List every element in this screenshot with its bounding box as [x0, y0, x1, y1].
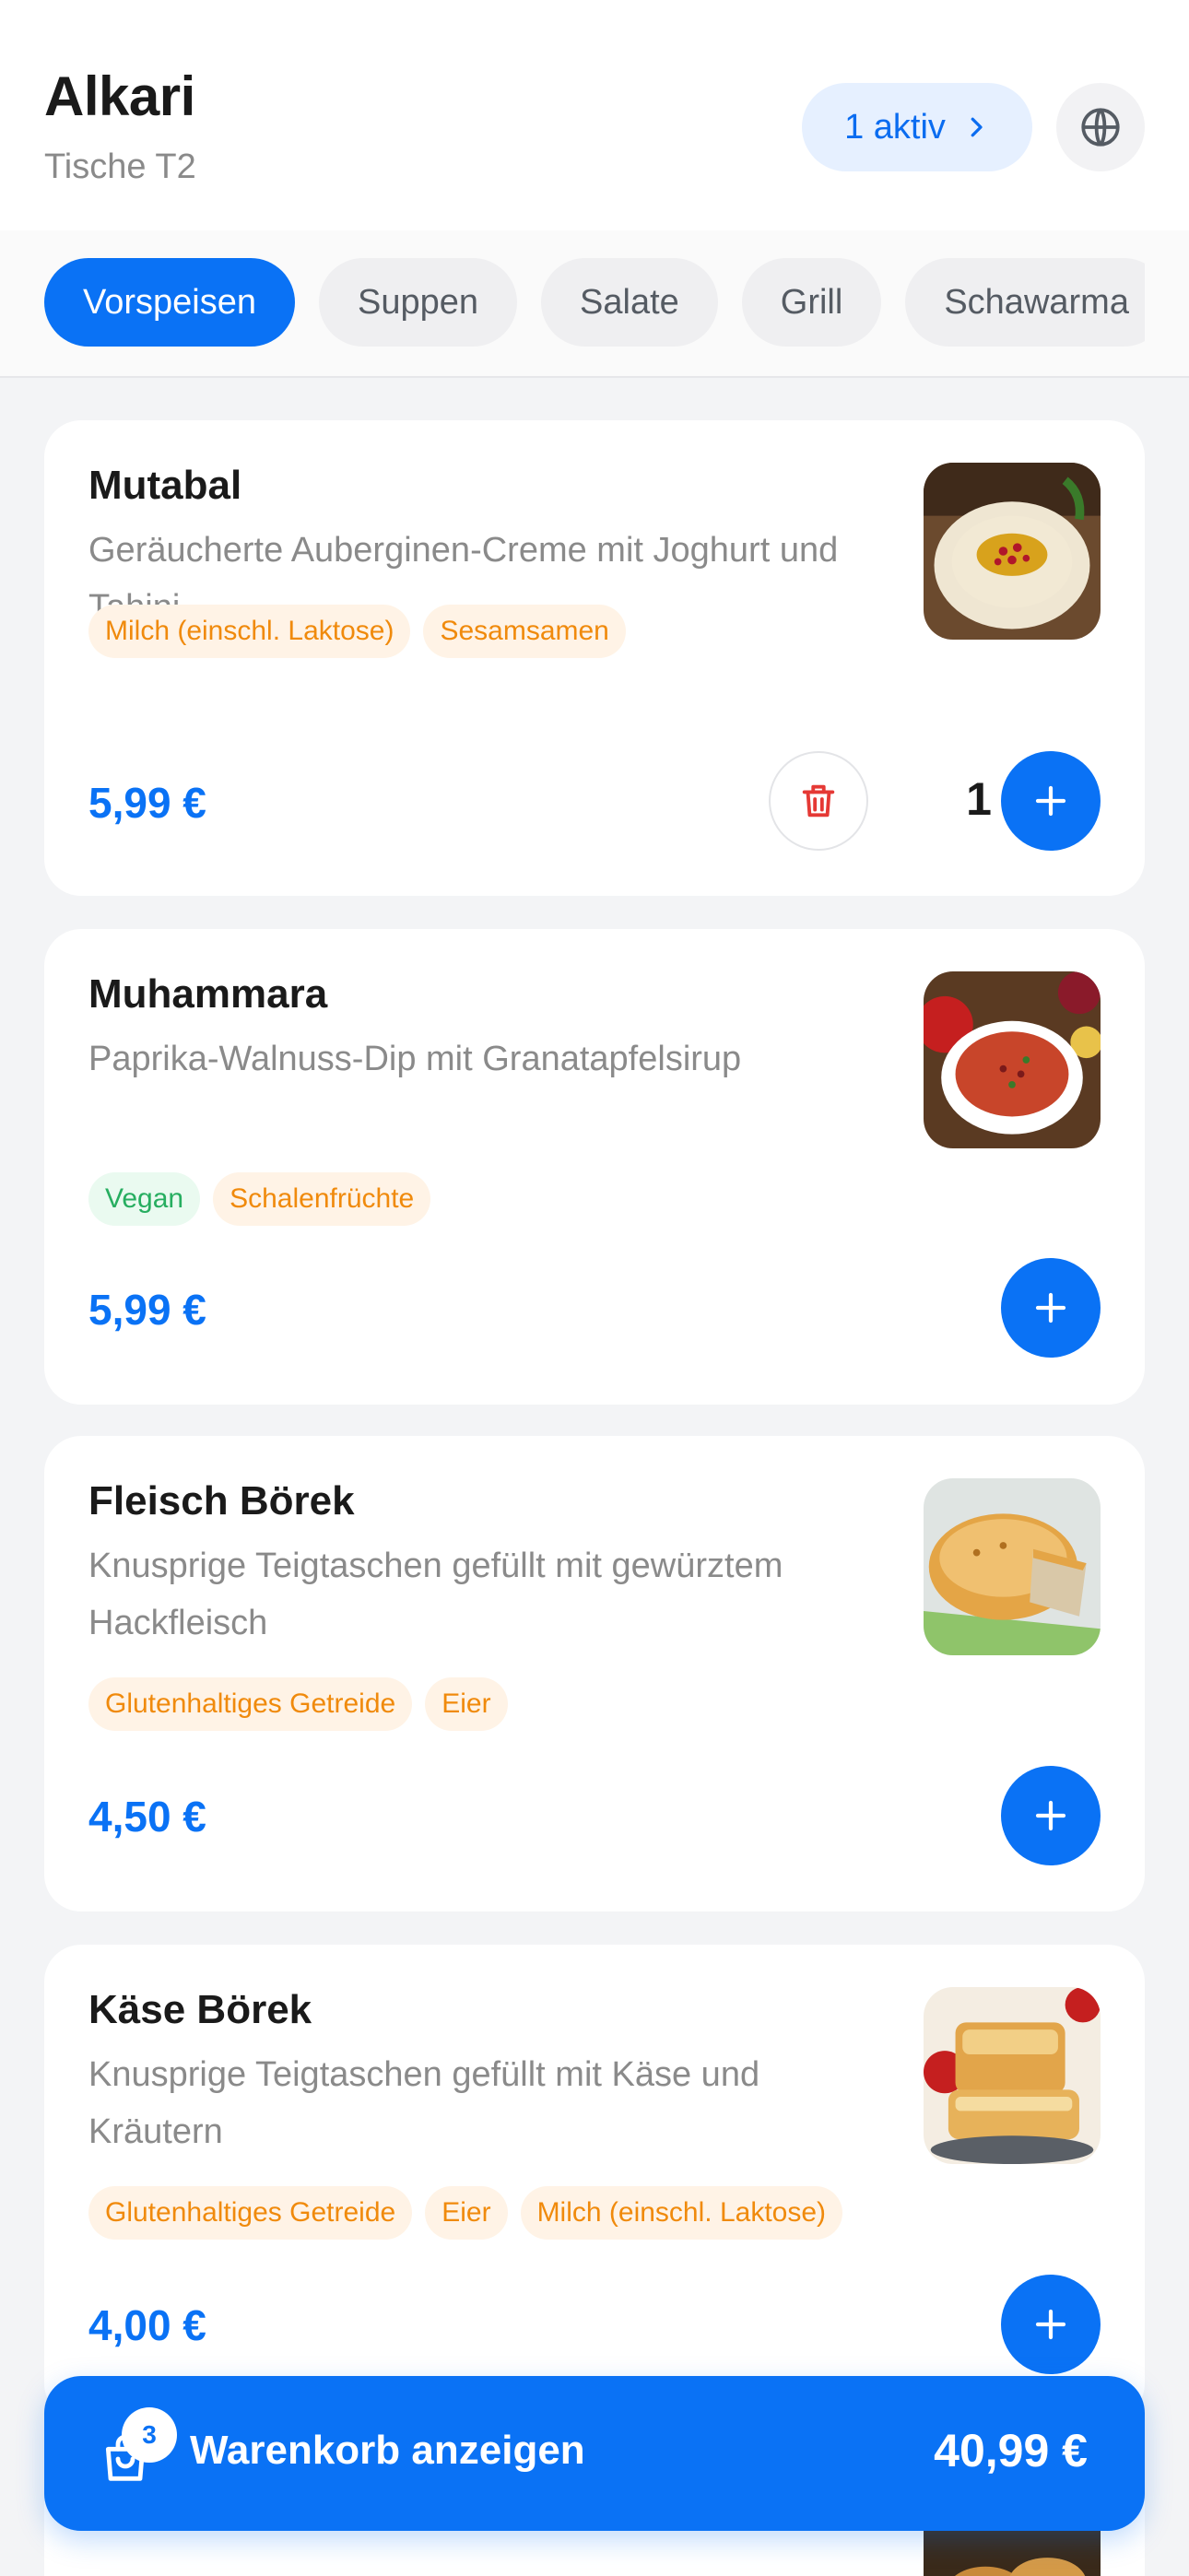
- cart-label: Warenkorb anzeigen: [190, 2428, 585, 2473]
- add-item-button[interactable]: [1001, 1766, 1101, 1865]
- app-header: Alkari Tische T2 1 aktiv: [0, 0, 1189, 230]
- plus-icon: [1035, 1292, 1066, 1323]
- view-cart-button[interactable]: 3 Warenkorb anzeigen 40,99 €: [44, 2376, 1145, 2531]
- plus-icon: [1035, 1800, 1066, 1831]
- item-description: Knusprige Teigtaschen gefüllt mit Käse u…: [88, 2055, 760, 2151]
- item-price: 5,99 €: [88, 779, 206, 827]
- table-label: Tische T2: [44, 147, 196, 186]
- allergen-tag: Glutenhaltiges Getreide: [88, 1677, 413, 1731]
- item-price: 4,50 €: [88, 1793, 206, 1841]
- tab-vorspeisen[interactable]: Vorspeisen: [44, 258, 296, 347]
- allergen-tags: Vegan Schalenfrüchte: [88, 1172, 431, 1226]
- item-name: Fleisch Börek: [88, 1478, 355, 1523]
- item-price: 4,00 €: [88, 2301, 206, 2349]
- plus-icon: [1035, 2309, 1066, 2340]
- allergen-tag: Sesamsamen: [423, 605, 626, 658]
- allergen-tag: Eier: [425, 2186, 508, 2240]
- globe-icon: [1081, 108, 1120, 147]
- item-image: [924, 463, 1101, 640]
- allergen-tag: Vegan: [88, 1172, 201, 1226]
- menu-item-card: Käse Börek Knusprige Teigtaschen gefüllt…: [44, 1945, 1145, 2420]
- category-tabs-bar: Vorspeisen Suppen Salate Grill Schawarma: [0, 230, 1189, 378]
- item-description: Knusprige Teigtaschen gefüllt mit gewürz…: [88, 1547, 783, 1642]
- active-orders-button[interactable]: 1 aktiv: [802, 83, 1032, 171]
- allergen-tags: Glutenhaltiges Getreide Eier: [88, 1677, 508, 1731]
- remove-item-button[interactable]: [769, 751, 868, 851]
- allergen-tag: Schalenfrüchte: [213, 1172, 431, 1226]
- tab-schawarma[interactable]: Schawarma: [905, 258, 1145, 347]
- trash-icon: [802, 784, 835, 817]
- item-image: [924, 1478, 1101, 1655]
- plus-icon: [1035, 785, 1066, 817]
- cart-count-badge: 3: [122, 2407, 177, 2463]
- item-name: Muhammara: [88, 971, 328, 1017]
- allergen-tag: Eier: [425, 1677, 508, 1731]
- allergen-tags: Glutenhaltiges Getreide Eier Milch (eins…: [88, 2186, 843, 2240]
- allergen-tag: Glutenhaltiges Getreide: [88, 2186, 413, 2240]
- item-description: Paprika-Walnuss-Dip mit Granatapfelsirup: [88, 1040, 742, 1078]
- menu-item-card: Muhammara Paprika-Walnuss-Dip mit Granat…: [44, 929, 1145, 1405]
- language-button[interactable]: [1056, 83, 1145, 171]
- item-image: [924, 971, 1101, 1148]
- add-item-button[interactable]: [1001, 751, 1101, 851]
- add-item-button[interactable]: [1001, 1258, 1101, 1358]
- category-tabs: Vorspeisen Suppen Salate Grill Schawarma: [44, 258, 1145, 347]
- active-orders-label: 1 aktiv: [844, 107, 946, 147]
- item-name: Käse Börek: [88, 1987, 312, 2032]
- tab-grill[interactable]: Grill: [741, 258, 882, 347]
- menu-item-card: Mutabal Geräucherte Auberginen-Creme mit…: [44, 420, 1145, 896]
- allergen-tag: Milch (einschl. Laktose): [520, 2186, 843, 2240]
- allergen-tag: Milch (einschl. Laktose): [88, 605, 411, 658]
- item-image: [924, 1987, 1101, 2164]
- item-name: Mutabal: [88, 463, 242, 508]
- item-price: 5,99 €: [88, 1286, 206, 1334]
- cart-total: 40,99 €: [934, 2425, 1088, 2476]
- allergen-tags: Milch (einschl. Laktose) Sesamsamen: [88, 605, 626, 658]
- tab-suppen[interactable]: Suppen: [319, 258, 518, 347]
- tab-salate[interactable]: Salate: [541, 258, 718, 347]
- add-item-button[interactable]: [1001, 2275, 1101, 2374]
- restaurant-name: Alkari: [44, 65, 195, 127]
- chevron-right-icon: [971, 117, 983, 137]
- menu-item-card: Fleisch Börek Knusprige Teigtaschen gefü…: [44, 1436, 1145, 1911]
